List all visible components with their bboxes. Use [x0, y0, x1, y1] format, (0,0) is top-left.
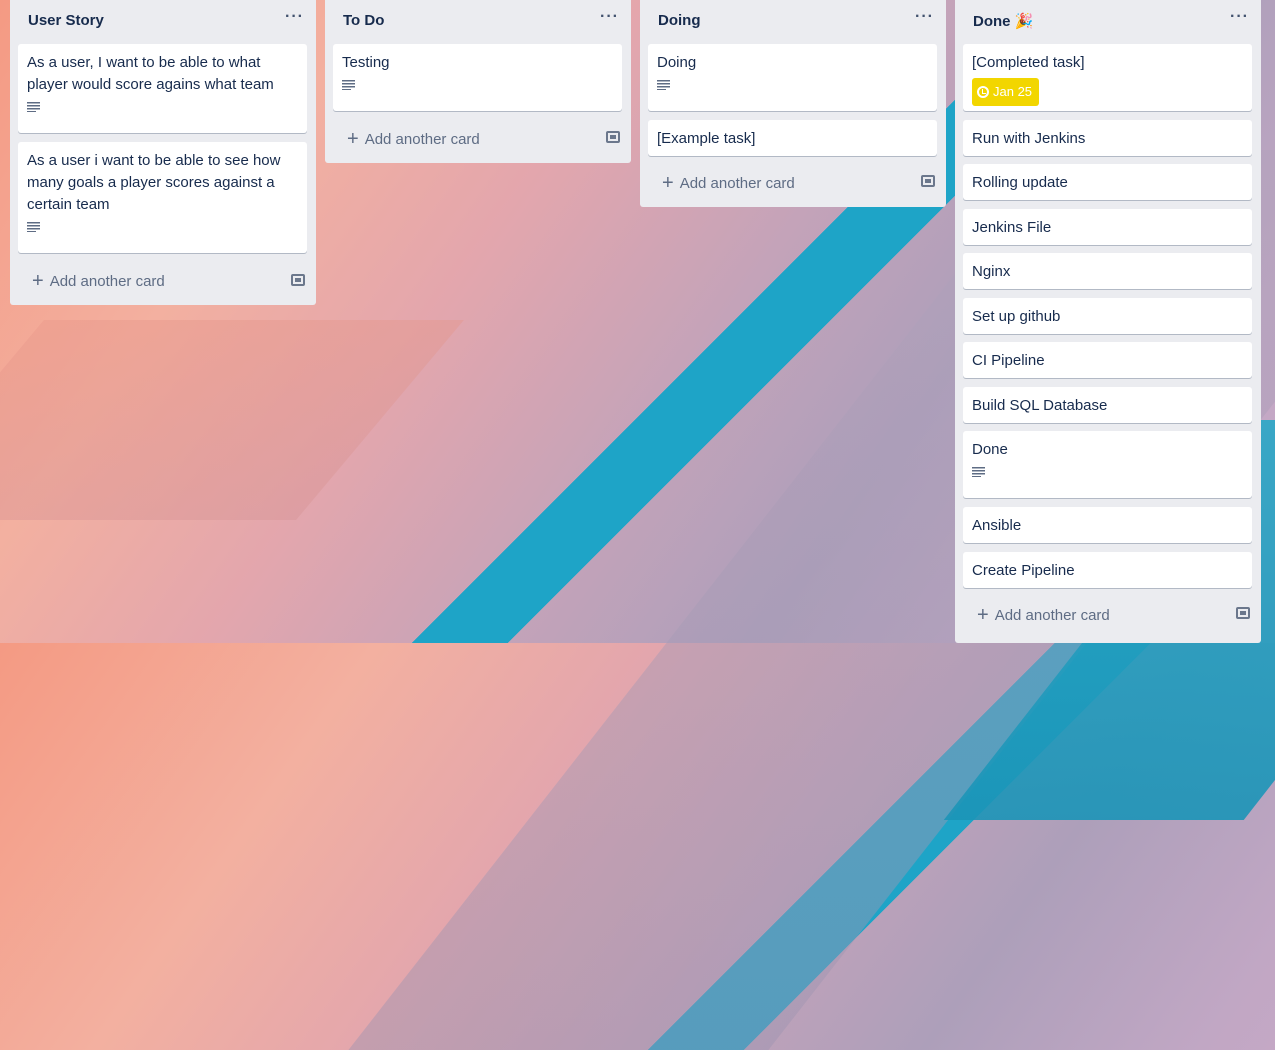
add-card-label: Add another card [49, 272, 165, 290]
description-icon [27, 222, 40, 232]
list-title[interactable]: User Story [28, 12, 104, 29]
plus-icon: + [662, 172, 674, 194]
card[interactable]: Ansible [963, 507, 1252, 543]
list-header: Done 🎉 ··· [955, 0, 1261, 44]
card[interactable]: Build SQL Database [963, 387, 1252, 423]
card[interactable]: Rolling update [963, 164, 1252, 200]
list-header: To Do ··· [325, 0, 631, 44]
plus-icon: + [977, 604, 989, 626]
plus-icon: + [347, 128, 359, 150]
card[interactable]: [Example task] [648, 120, 937, 156]
list-menu-icon[interactable]: ··· [600, 8, 619, 26]
card[interactable]: Run with Jenkins [963, 120, 1252, 156]
card[interactable]: CI Pipeline [963, 342, 1252, 378]
list-user-story: User Story ··· As a user, I want to be a… [10, 0, 316, 305]
add-card-button[interactable]: + Add another card [18, 263, 268, 299]
card-title: Jenkins File [972, 219, 1052, 236]
add-card-button[interactable]: + Add another card [963, 597, 1213, 633]
card-title: Set up github [972, 308, 1061, 325]
card-title: CI Pipeline [972, 352, 1045, 369]
list-title[interactable]: Done 🎉 [973, 12, 1033, 30]
list-menu-icon[interactable]: ··· [1230, 8, 1249, 26]
plus-icon: + [32, 270, 44, 292]
add-card-label: Add another card [994, 606, 1110, 624]
description-icon [27, 102, 40, 112]
card-title: Nginx [972, 263, 1011, 280]
due-date-label: Jan 25 [993, 84, 1033, 99]
list-to-do: To Do ··· Testing + Add another card [325, 0, 631, 163]
description-icon [342, 80, 355, 90]
description-icon [972, 467, 985, 477]
card[interactable]: [Completed task] Jan 25 [963, 44, 1252, 111]
card[interactable]: As a user, I want to be able to what pla… [18, 44, 307, 133]
card[interactable]: Testing [333, 44, 622, 111]
add-card-label: Add another card [679, 174, 795, 192]
card-title: As a user, I want to be able to what pla… [27, 54, 274, 93]
card[interactable]: As a user i want to be able to see how m… [18, 142, 307, 253]
card-template-icon[interactable] [921, 175, 935, 187]
list-doing: Doing ··· Doing [Example task] + Add ano… [640, 0, 946, 207]
board: User Story ··· As a user, I want to be a… [0, 0, 1275, 643]
card-title: [Example task] [657, 130, 756, 147]
card[interactable]: Doing [648, 44, 937, 111]
add-card-button[interactable]: + Add another card [648, 165, 898, 201]
card-title: Run with Jenkins [972, 130, 1086, 147]
card-title: Rolling update [972, 174, 1068, 191]
card[interactable]: Nginx [963, 253, 1252, 289]
list-title[interactable]: Doing [658, 12, 701, 29]
list-header: User Story ··· [10, 0, 316, 44]
card-template-icon[interactable] [291, 274, 305, 286]
card[interactable]: Done [963, 431, 1252, 498]
list-menu-icon[interactable]: ··· [285, 8, 304, 26]
list-header: Doing ··· [640, 0, 946, 44]
card-title: Ansible [972, 517, 1022, 534]
card-template-icon[interactable] [1236, 607, 1250, 619]
card-template-icon[interactable] [606, 131, 620, 143]
card-title: As a user i want to be able to see how m… [27, 152, 281, 213]
card[interactable]: Create Pipeline [963, 552, 1252, 588]
add-card-label: Add another card [364, 130, 480, 148]
add-card-button[interactable]: + Add another card [333, 121, 583, 157]
card-title: Testing [342, 54, 390, 71]
due-date-badge[interactable]: Jan 25 [972, 78, 1040, 106]
card-title: Done [972, 441, 1008, 458]
description-icon [657, 80, 670, 90]
card-title: Doing [657, 54, 697, 71]
party-popper-icon: 🎉 [1014, 13, 1034, 30]
clock-icon [977, 86, 989, 98]
list-title-text: Done [973, 13, 1011, 30]
card[interactable]: Jenkins File [963, 209, 1252, 245]
list-title[interactable]: To Do [343, 12, 384, 29]
card[interactable]: Set up github [963, 298, 1252, 334]
card-title: [Completed task] [972, 54, 1085, 71]
list-done: Done 🎉 ··· [Completed task] Jan 25 Run wi… [955, 0, 1261, 643]
card-title: Build SQL Database [972, 397, 1108, 414]
list-menu-icon[interactable]: ··· [915, 8, 934, 26]
card-title: Create Pipeline [972, 562, 1075, 579]
